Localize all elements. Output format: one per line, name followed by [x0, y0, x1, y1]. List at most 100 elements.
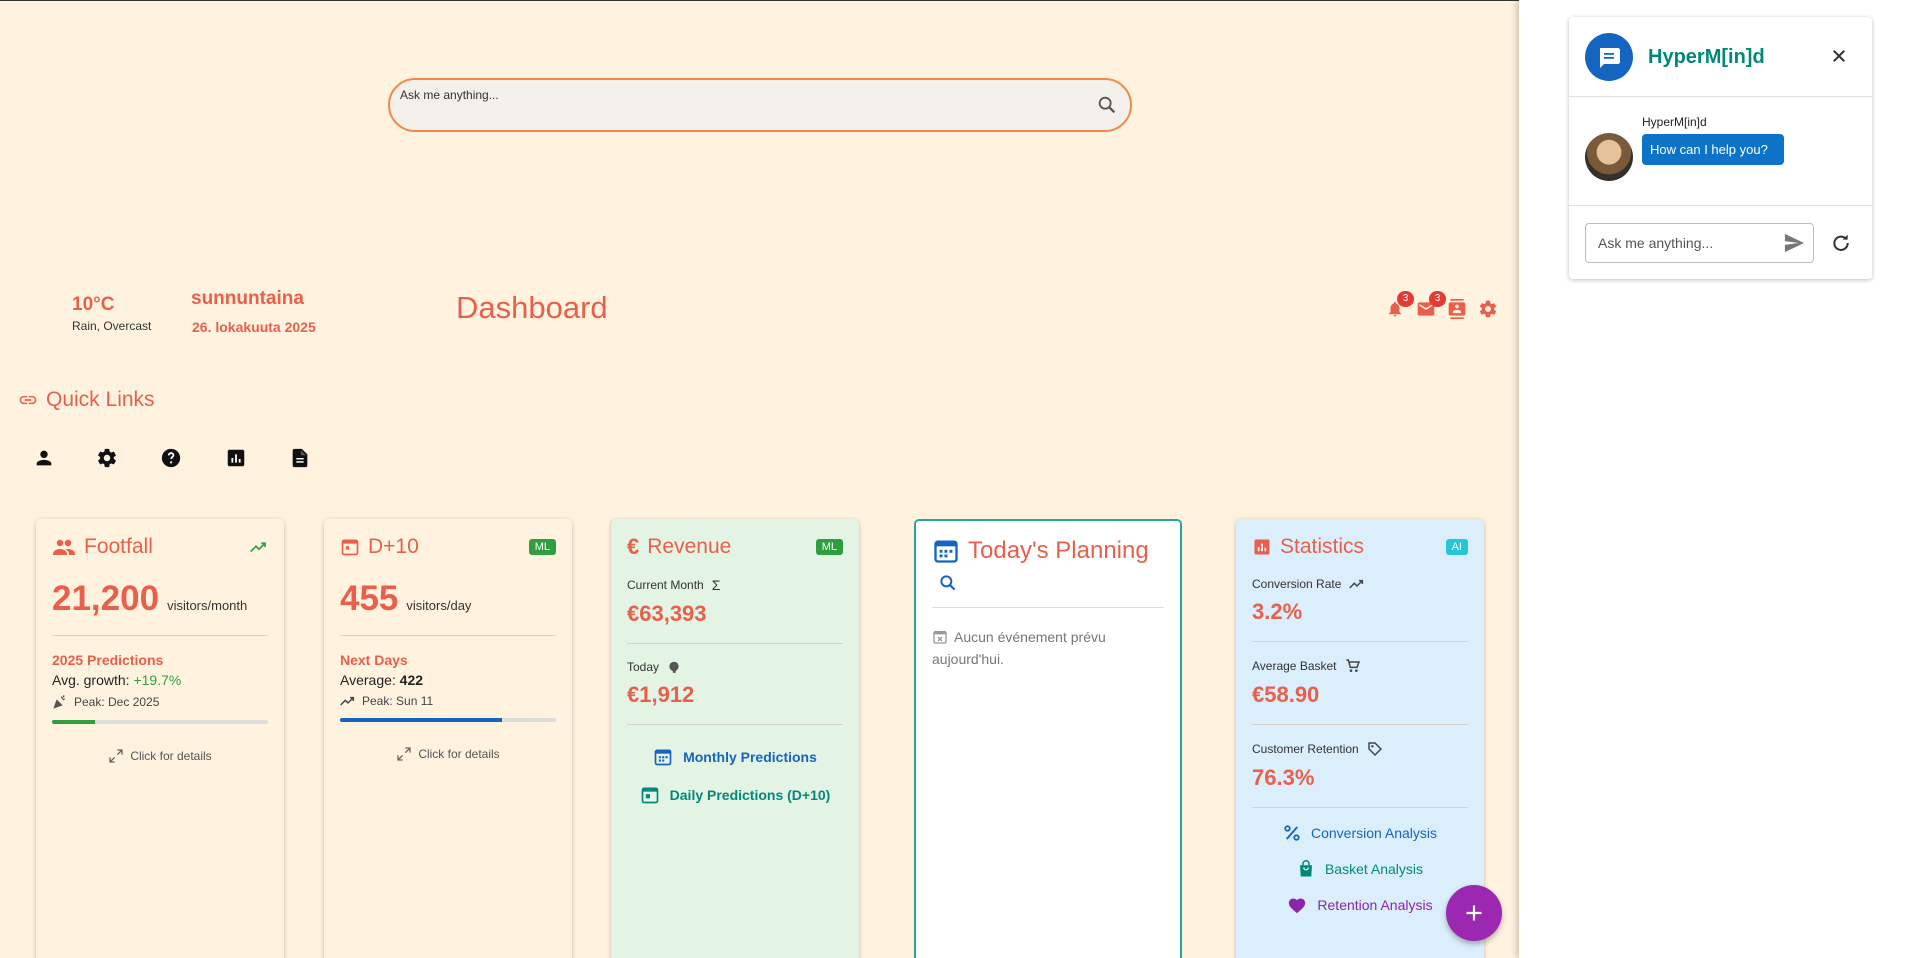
d10-title: D+10: [368, 535, 419, 558]
details-link[interactable]: Click for details: [340, 746, 556, 762]
settings-icon[interactable]: [1478, 299, 1498, 319]
add-button[interactable]: [1446, 885, 1502, 941]
revenue-card[interactable]: € Revenue ML Current Month Σ €63,393 Tod…: [611, 519, 859, 958]
brain-icon: [667, 660, 681, 674]
close-icon[interactable]: [1830, 47, 1848, 65]
contacts-icon[interactable]: [1447, 299, 1467, 319]
footfall-unit: visitors/month: [167, 598, 248, 613]
chat-header: HyperM[in]d: [1569, 17, 1872, 97]
d10-card[interactable]: D+10 ML 455 visitors/day Next Days Avera…: [324, 519, 572, 958]
divider: [627, 724, 843, 725]
search-bar[interactable]: [388, 78, 1132, 132]
average-line: Average: 422: [340, 672, 556, 688]
chat-input[interactable]: [1598, 235, 1768, 251]
predictions-title: 2025 Predictions: [52, 652, 164, 668]
planning-card[interactable]: Today's Planning Aucun événement prévu a…: [914, 519, 1182, 958]
divider: [627, 643, 843, 644]
search-icon[interactable]: [1096, 94, 1118, 116]
analytics-icon[interactable]: [225, 447, 247, 469]
trending-up-icon: [1349, 578, 1365, 590]
help-icon[interactable]: [160, 447, 182, 469]
chat-logo-icon: [1585, 33, 1633, 81]
weather-condition: Rain, Overcast: [72, 319, 152, 333]
details-link[interactable]: Click for details: [52, 748, 268, 764]
divider: [1252, 641, 1468, 642]
notifications-button[interactable]: 3: [1386, 291, 1414, 319]
calendar-day-icon: [640, 785, 660, 805]
sigma-icon: Σ: [711, 577, 721, 593]
daily-predictions-link[interactable]: Daily Predictions (D+10): [627, 785, 843, 805]
details-text: Click for details: [130, 749, 212, 763]
mail-badge: 3: [1429, 291, 1446, 307]
calendar-icon: [932, 537, 960, 565]
event-busy-icon: [932, 629, 948, 645]
chat-widget[interactable]: HyperM[in]d HyperM[in]d How can I help y…: [1569, 17, 1872, 279]
chat-title: HyperM[in]d: [1648, 46, 1765, 68]
search-input[interactable]: [400, 88, 1080, 102]
search-icon[interactable]: [938, 573, 1164, 593]
chat-input-box[interactable]: [1585, 223, 1814, 263]
retention-analysis-link[interactable]: Retention Analysis: [1252, 896, 1468, 914]
document-icon[interactable]: [289, 447, 311, 469]
expand-icon: [108, 748, 124, 764]
avatar: [1585, 133, 1633, 181]
peak-line: Peak: Sun 11: [340, 694, 556, 708]
mail-button[interactable]: 3: [1416, 291, 1446, 319]
growth-label: Avg. growth:: [52, 672, 130, 688]
refresh-icon[interactable]: [1831, 233, 1851, 253]
current-month-label-row: Current Month Σ: [627, 577, 843, 593]
expand-icon: [396, 746, 412, 762]
divider: [52, 635, 268, 636]
divider: [340, 635, 556, 636]
page-title: Dashboard: [456, 290, 608, 325]
conversion-value: 3.2%: [1252, 599, 1303, 624]
date: 26. lokakuuta 2025: [192, 319, 316, 335]
statistics-card[interactable]: Statistics AI Conversion Rate 3.2% Avera…: [1236, 519, 1484, 958]
ml-tag: ML: [528, 539, 556, 555]
next-days-title: Next Days: [340, 652, 408, 668]
retention-label: Customer Retention: [1252, 742, 1359, 756]
growth-line: Avg. growth: +19.7%: [52, 672, 268, 688]
percent-icon: [1283, 824, 1301, 842]
monthly-predictions-link[interactable]: Monthly Predictions: [627, 747, 843, 767]
planning-empty: Aucun événement prévu aujourd'hui.: [932, 626, 1164, 670]
settings-icon[interactable]: [96, 447, 118, 469]
notifications-badge: 3: [1397, 291, 1414, 307]
chat-sender: HyperM[in]d: [1642, 115, 1707, 129]
average-value: 422: [399, 672, 424, 688]
basket-analysis-link[interactable]: Basket Analysis: [1252, 860, 1468, 878]
trending-up-icon: [250, 541, 268, 553]
footfall-card[interactable]: Footfall 21,200 visitors/month 2025 Pred…: [36, 519, 284, 958]
ai-tag: AI: [1445, 539, 1468, 555]
weather-widget: 10°C Rain, Overcast: [72, 294, 151, 333]
conversion-label-row: Conversion Rate: [1252, 577, 1468, 591]
basket-label: Average Basket: [1252, 659, 1337, 673]
basket-analysis-label: Basket Analysis: [1324, 861, 1424, 877]
weekday: sunnuntaina: [191, 288, 304, 309]
conversion-label: Conversion Rate: [1252, 577, 1342, 591]
basket-label-row: Average Basket: [1252, 658, 1468, 674]
send-icon[interactable]: [1783, 233, 1805, 253]
chat-message: How can I help you?: [1642, 134, 1784, 165]
monthly-predictions-label: Monthly Predictions: [683, 749, 817, 765]
statistics-title: Statistics: [1280, 535, 1365, 558]
basket-value: €58.90: [1252, 682, 1320, 707]
peak-text: Peak: Dec 2025: [74, 695, 160, 709]
calendar-month-icon: [653, 747, 673, 767]
revenue-title: Revenue: [647, 535, 732, 558]
details-text: Click for details: [418, 747, 500, 761]
weather-temp: 10°C: [72, 294, 115, 315]
d10-progress: [340, 718, 556, 722]
plus-icon: [1464, 903, 1484, 923]
current-month-label: Current Month: [627, 578, 704, 592]
retention-analysis-label: Retention Analysis: [1317, 897, 1433, 913]
link-icon: [18, 394, 38, 406]
tag-icon: [1367, 741, 1383, 757]
conversion-analysis-link[interactable]: Conversion Analysis: [1252, 824, 1468, 842]
peak-text: Peak: Sun 11: [362, 694, 434, 708]
d10-unit: visitors/day: [406, 598, 472, 613]
person-icon[interactable]: [33, 447, 55, 469]
conversion-analysis-label: Conversion Analysis: [1310, 825, 1438, 841]
average-label: Average:: [340, 672, 396, 688]
shopping-bag-icon: [1297, 860, 1315, 878]
